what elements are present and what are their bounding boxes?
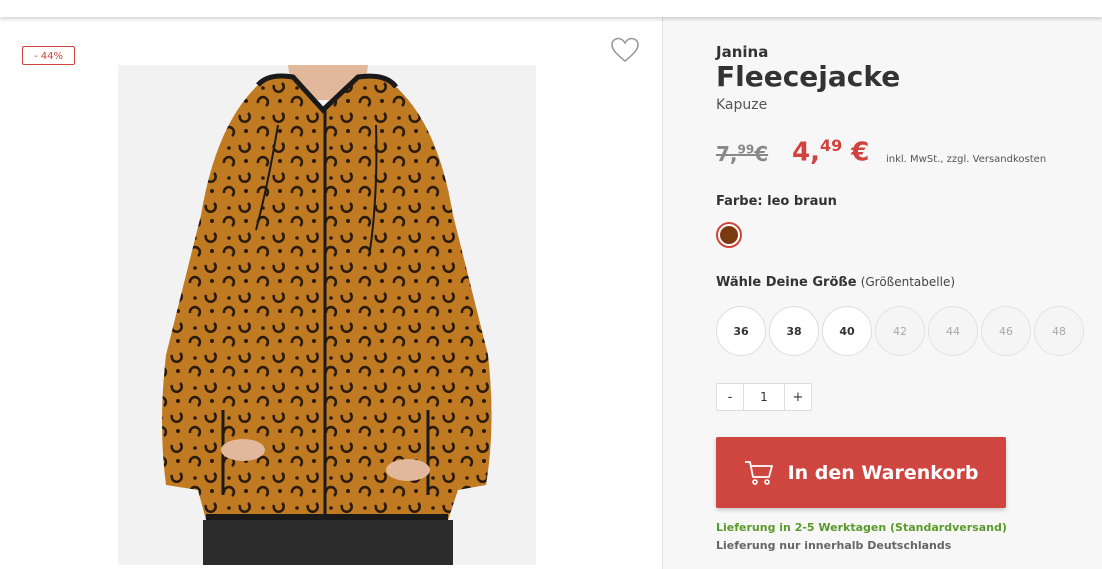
- old-price-currency: €: [754, 142, 769, 166]
- quantity-value[interactable]: 1: [744, 383, 784, 411]
- delivery-region: Lieferung nur innerhalb Deutschlands: [716, 539, 952, 552]
- top-navigation-bar: [0, 0, 1102, 17]
- product-subtitle: Kapuze: [716, 97, 768, 113]
- color-swatch-leo-braun[interactable]: [716, 222, 742, 248]
- product-image[interactable]: [118, 65, 536, 565]
- size-option-36[interactable]: 36: [716, 306, 766, 356]
- new-price-main: 4,: [792, 137, 820, 168]
- size-label: Wähle Deine Größe (Größentabelle): [716, 275, 955, 290]
- product-title: Fleecejacke: [716, 60, 901, 93]
- quantity-decrease-button[interactable]: -: [716, 383, 744, 411]
- add-to-cart-button[interactable]: In den Warenkorb: [716, 437, 1006, 508]
- size-options: 36 38 40 42 44 46 48: [716, 306, 1084, 356]
- add-to-cart-label: In den Warenkorb: [787, 461, 979, 484]
- size-option-44[interactable]: 44: [928, 306, 978, 356]
- new-price-cents: 49: [819, 136, 843, 155]
- quantity-increase-button[interactable]: +: [784, 383, 812, 411]
- color-label: Farbe: leo braun: [716, 194, 837, 209]
- size-option-38[interactable]: 38: [769, 306, 819, 356]
- old-price: 7,99€: [716, 142, 768, 166]
- delivery-time: Lieferung in 2-5 Werktagen (Standardvers…: [716, 521, 1007, 534]
- size-option-40[interactable]: 40: [822, 306, 872, 356]
- new-price: 4,49 €: [792, 136, 869, 168]
- tax-note[interactable]: inkl. MwSt., zzgl. Versandkosten: [886, 154, 1046, 165]
- new-price-currency: €: [851, 137, 870, 168]
- product-brand[interactable]: Janina: [716, 43, 768, 61]
- size-option-46[interactable]: 46: [981, 306, 1031, 356]
- discount-badge: - 44%: [22, 46, 75, 65]
- heart-icon[interactable]: [610, 36, 640, 64]
- size-chart-link[interactable]: (Größentabelle): [861, 275, 955, 289]
- color-swatch-fill: [720, 226, 738, 244]
- old-price-cents: 99: [737, 142, 755, 157]
- size-option-48[interactable]: 48: [1034, 306, 1084, 356]
- shopping-cart-icon: [744, 460, 774, 486]
- size-label-text: Wähle Deine Größe: [716, 275, 857, 290]
- old-price-main: 7,: [716, 142, 738, 166]
- quantity-stepper: - 1 +: [716, 383, 812, 411]
- size-option-42[interactable]: 42: [875, 306, 925, 356]
